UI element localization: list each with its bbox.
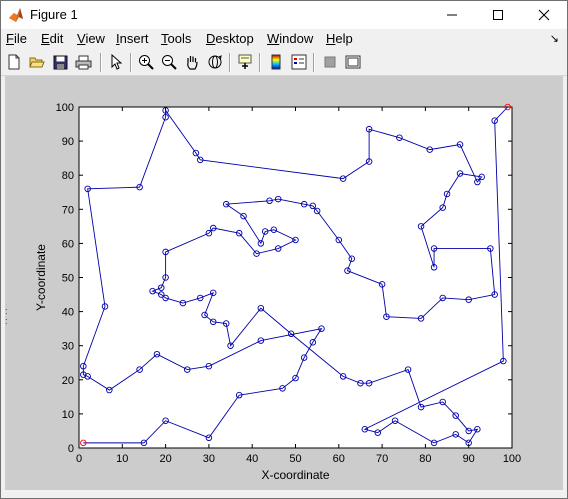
colorbar-icon: [271, 54, 281, 70]
menu-file[interactable]: File: [6, 31, 27, 46]
y-axis-label: Y-coordinate: [34, 244, 48, 311]
save-icon: [53, 55, 67, 69]
hide-plot-tools-button[interactable]: [321, 53, 339, 71]
x-tick-label: 100: [503, 453, 521, 465]
data-cursor-button[interactable]: [236, 53, 254, 71]
print-button[interactable]: [74, 53, 92, 71]
show-plot-tools-button[interactable]: [344, 53, 362, 71]
pointer-icon: [111, 54, 122, 70]
x-tick-label: 80: [419, 453, 431, 465]
zoom-out-icon: [162, 55, 177, 70]
y-tick-label: 0: [68, 443, 74, 455]
y-tick-label: 10: [62, 409, 74, 421]
menu-view[interactable]: View: [77, 31, 105, 46]
title-bar[interactable]: Figure 1: [1, 1, 567, 29]
y-tick-label: 80: [62, 170, 74, 182]
plot-axes[interactable]: 0 10 20 30 40 50 60 70 80 90 100 0 10 20 30 40 50 60 70 80 9…: [5, 76, 563, 490]
new-figure-button[interactable]: [5, 53, 23, 71]
menu-bar: File Edit View Insert Tools Desktop Wind…: [1, 29, 567, 49]
x-tick-label: 60: [333, 453, 345, 465]
show-plot-tools-icon: [345, 55, 361, 69]
insert-legend-button[interactable]: [290, 53, 308, 71]
menu-edit[interactable]: Edit: [41, 31, 63, 46]
minimize-icon: [447, 14, 457, 16]
x-tick-label: 30: [203, 453, 215, 465]
close-icon: [538, 9, 550, 21]
x-tick-label: 10: [116, 453, 128, 465]
y-tick-label: 100: [56, 102, 74, 114]
x-tick-label: 70: [376, 453, 388, 465]
y-tick-label: 70: [62, 204, 74, 216]
x-tick-label: 90: [463, 453, 475, 465]
close-button[interactable]: [521, 1, 567, 29]
x-tick-label: 40: [246, 453, 258, 465]
menu-window[interactable]: Window: [267, 31, 313, 46]
legend-icon: [291, 54, 307, 70]
x-tick-label: 0: [76, 453, 82, 465]
figure-toolbar: [1, 50, 567, 76]
open-file-button[interactable]: [28, 53, 46, 71]
zoom-in-button[interactable]: [137, 53, 155, 71]
y-tick-label: 20: [62, 375, 74, 387]
axes-background: [78, 106, 513, 449]
x-tick-label: 50: [289, 453, 301, 465]
maximize-icon: [493, 10, 503, 20]
y-tick-label: 60: [62, 238, 74, 250]
menu-desktop[interactable]: Desktop: [206, 31, 254, 46]
new-figure-icon: [8, 54, 20, 70]
zoom-in-icon: [139, 55, 154, 70]
matlab-logo-icon: [9, 8, 23, 22]
figure-canvas: :: 0 10 20 30 40 50 60 70 80 90 100 0 10 20 30 40 50 60 70…: [5, 76, 563, 490]
y-tick-label: 90: [62, 136, 74, 148]
pan-hand-icon: [187, 56, 198, 70]
menu-tools[interactable]: Tools: [161, 31, 191, 46]
hide-plot-tools-icon: [324, 56, 336, 68]
data-cursor-icon: [238, 54, 252, 69]
x-tick-label: 20: [159, 453, 171, 465]
save-button[interactable]: [51, 53, 69, 71]
menu-insert[interactable]: Insert: [116, 31, 149, 46]
y-tick-label: 40: [62, 307, 74, 319]
window-title: Figure 1: [30, 7, 78, 22]
insert-colorbar-button[interactable]: [267, 53, 285, 71]
print-icon: [75, 55, 91, 69]
x-axis-label: X-coordinate: [261, 468, 329, 482]
y-tick-label: 50: [62, 273, 74, 285]
edit-plot-button[interactable]: [107, 53, 125, 71]
y-tick-label: 30: [62, 341, 74, 353]
dock-arrow-icon[interactable]: ↘: [550, 32, 559, 45]
figure-window: Figure 1 File Edit View Insert Tools Des…: [0, 0, 568, 499]
maximize-button[interactable]: [475, 1, 521, 29]
rotate-3d-icon: [208, 55, 222, 69]
rotate-3d-button[interactable]: [206, 53, 224, 71]
open-file-icon: [29, 57, 45, 68]
pan-button[interactable]: [183, 53, 201, 71]
zoom-out-button[interactable]: [160, 53, 178, 71]
minimize-button[interactable]: [429, 1, 475, 29]
menu-help[interactable]: Help: [326, 31, 353, 46]
